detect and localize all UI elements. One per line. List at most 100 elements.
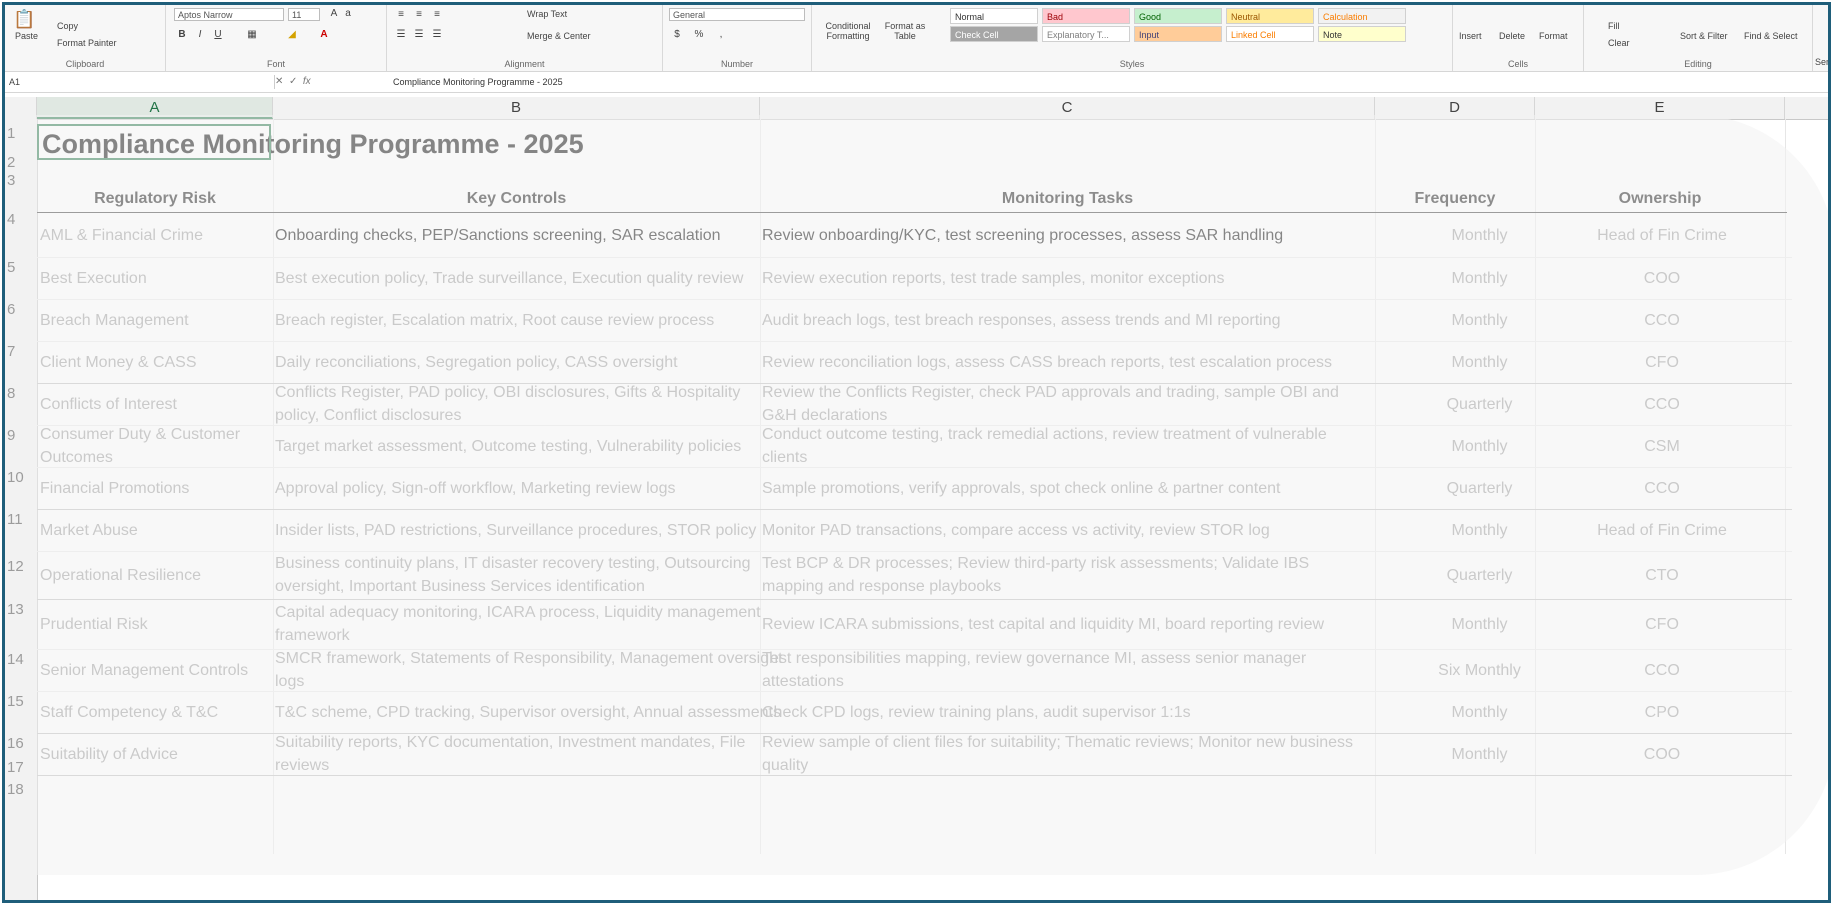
cancel-icon[interactable]: ✕ [275, 76, 283, 87]
row-header-15[interactable]: 15 [5, 693, 37, 710]
font-color-icon[interactable]: A [318, 29, 330, 41]
align-center-icon[interactable]: ☰ [413, 29, 425, 41]
cell-style-2[interactable]: Good [1134, 8, 1222, 24]
column-header-a[interactable]: A [37, 97, 273, 119]
cell-key-controls[interactable]: Capital adequacy monitoring, ICARA proce… [275, 599, 783, 649]
cell-ownership[interactable]: CCO [1537, 467, 1787, 509]
cell-ownership[interactable]: COO [1537, 257, 1787, 299]
comma-icon[interactable]: , [715, 29, 727, 41]
format-as-table-button[interactable]: Format as Table [880, 21, 930, 41]
sort-filter-button[interactable]: Sort & Filter [1680, 31, 1728, 41]
cell-style-7[interactable]: Input [1134, 26, 1222, 42]
row-header-4[interactable]: 4 [5, 211, 37, 228]
row-header-3[interactable]: 3 [5, 172, 37, 189]
cell-key-controls[interactable]: Onboarding checks, PEP/Sanctions screeni… [275, 213, 783, 257]
row-header-18[interactable]: 18 [5, 781, 37, 798]
row-header-7[interactable]: 7 [5, 343, 37, 360]
cell-monitoring-tasks[interactable]: Check CPD logs, review training plans, a… [762, 691, 1372, 733]
cell-monitoring-tasks[interactable]: Monitor PAD transactions, compare access… [762, 509, 1372, 551]
row-header-8[interactable]: 8 [5, 385, 37, 402]
cell-regulatory-risk[interactable]: Operational Resilience [40, 551, 270, 599]
cell-monitoring-tasks[interactable]: Review onboarding/KYC, test screening pr… [762, 213, 1372, 257]
cell-monitoring-tasks[interactable]: Review ICARA submissions, test capital a… [762, 599, 1372, 649]
column-header-d[interactable]: D [1375, 97, 1535, 119]
paste-icon[interactable]: 📋 [13, 9, 35, 30]
delete-button[interactable]: Delete [1499, 31, 1525, 41]
cell-ownership[interactable]: CFO [1537, 341, 1787, 383]
borders-icon[interactable]: ▦ [246, 29, 258, 41]
cell-style-6[interactable]: Explanatory T... [1042, 26, 1130, 42]
row-header-6[interactable]: 6 [5, 301, 37, 318]
cell-regulatory-risk[interactable]: Best Execution [40, 257, 270, 299]
cell-key-controls[interactable]: Conflicts Register, PAD policy, OBI disc… [275, 383, 783, 425]
cell-style-9[interactable]: Note [1318, 26, 1406, 42]
cell-ownership[interactable]: CPO [1537, 691, 1787, 733]
decrease-font-icon[interactable]: a [342, 8, 354, 20]
conditional-formatting-button[interactable]: Conditional Formatting [820, 21, 876, 41]
cell-regulatory-risk[interactable]: Senior Management Controls [40, 649, 270, 691]
cell-regulatory-risk[interactable]: Prudential Risk [40, 599, 270, 649]
row-header-16[interactable]: 16 [5, 735, 37, 752]
cell-monitoring-tasks[interactable]: Test BCP & DR processes; Review third-pa… [762, 551, 1372, 599]
row-header-11[interactable]: 11 [5, 511, 37, 528]
align-left-icon[interactable]: ☰ [395, 29, 407, 41]
cell-key-controls[interactable]: Breach register, Escalation matrix, Root… [275, 299, 783, 341]
cell-ownership[interactable]: CCO [1537, 649, 1787, 691]
cell-monitoring-tasks[interactable]: Review sample of client files for suitab… [762, 733, 1372, 775]
cell-ownership[interactable]: COO [1537, 733, 1787, 775]
cell-key-controls[interactable]: Approval policy, Sign-off workflow, Mark… [275, 467, 783, 509]
row-header-13[interactable]: 13 [5, 601, 37, 618]
fill-button[interactable]: Fill [1608, 21, 1620, 31]
formula-input[interactable]: Compliance Monitoring Programme - 2025 [393, 75, 563, 89]
row-header-12[interactable]: 12 [5, 558, 37, 575]
cell-regulatory-risk[interactable]: Consumer Duty & Customer Outcomes [40, 425, 270, 467]
cell-regulatory-risk[interactable]: Client Money & CASS [40, 341, 270, 383]
column-header-b[interactable]: B [273, 97, 760, 119]
cell-regulatory-risk[interactable]: Suitability of Advice [40, 733, 270, 775]
find-select-button[interactable]: Find & Select [1744, 31, 1798, 41]
format-painter-button[interactable]: Format Painter [57, 38, 117, 48]
italic-icon[interactable]: I [194, 29, 206, 41]
cell-monitoring-tasks[interactable]: Review reconciliation logs, assess CASS … [762, 341, 1372, 383]
cell-regulatory-risk[interactable]: Conflicts of Interest [40, 383, 270, 425]
font-size-select[interactable]: 11 [288, 8, 320, 21]
paste-button[interactable]: Paste [15, 31, 38, 41]
row-header-1[interactable]: 1 [5, 125, 37, 142]
row-header-14[interactable]: 14 [5, 651, 37, 668]
format-button[interactable]: Format [1539, 31, 1568, 41]
cell-monitoring-tasks[interactable]: Test responsibilities mapping, review go… [762, 649, 1372, 691]
cell-key-controls[interactable]: Daily reconciliations, Segregation polic… [275, 341, 783, 383]
active-cell-a1[interactable] [37, 124, 271, 160]
column-header-f[interactable]: F [1785, 97, 1828, 119]
increase-font-icon[interactable]: A [328, 8, 340, 20]
column-header-c[interactable]: C [760, 97, 1375, 119]
worksheet-grid[interactable]: Compliance Monitoring Programme - 2025 R… [37, 119, 1828, 900]
cell-style-5[interactable]: Check Cell [950, 26, 1038, 42]
cell-monitoring-tasks[interactable]: Review the Conflicts Register, check PAD… [762, 383, 1372, 425]
underline-icon[interactable]: U [212, 29, 224, 41]
copy-button[interactable]: Copy [57, 21, 78, 31]
cell-ownership[interactable]: CCO [1537, 299, 1787, 341]
cell-key-controls[interactable]: Best execution policy, Trade surveillanc… [275, 257, 783, 299]
enter-icon[interactable]: ✓ [289, 76, 297, 87]
cell-style-3[interactable]: Neutral [1226, 8, 1314, 24]
cell-ownership[interactable]: CCO [1537, 383, 1787, 425]
cell-style-4[interactable]: Calculation [1318, 8, 1406, 24]
cell-key-controls[interactable]: Insider lists, PAD restrictions, Surveil… [275, 509, 783, 551]
wrap-text-button[interactable]: Wrap Text [527, 9, 567, 19]
number-format-select[interactable]: General [669, 8, 805, 21]
align-bottom-icon[interactable]: ≡ [431, 9, 443, 21]
cell-monitoring-tasks[interactable]: Conduct outcome testing, track remedial … [762, 425, 1372, 467]
cell-regulatory-risk[interactable]: Staff Competency & T&C [40, 691, 270, 733]
fill-color-icon[interactable]: ◢ [286, 29, 298, 41]
cell-ownership[interactable]: Head of Fin Crime [1537, 509, 1787, 551]
row-header-2[interactable]: 2 [5, 154, 37, 171]
cell-style-1[interactable]: Bad [1042, 8, 1130, 24]
align-right-icon[interactable]: ☰ [431, 29, 443, 41]
cell-regulatory-risk[interactable]: Market Abuse [40, 509, 270, 551]
row-header-17[interactable]: 17 [5, 759, 37, 776]
merge-center-button[interactable]: Merge & Center [527, 31, 591, 41]
currency-icon[interactable]: $ [671, 29, 683, 41]
fx-icon[interactable]: fx [303, 76, 311, 87]
row-header-5[interactable]: 5 [5, 259, 37, 276]
